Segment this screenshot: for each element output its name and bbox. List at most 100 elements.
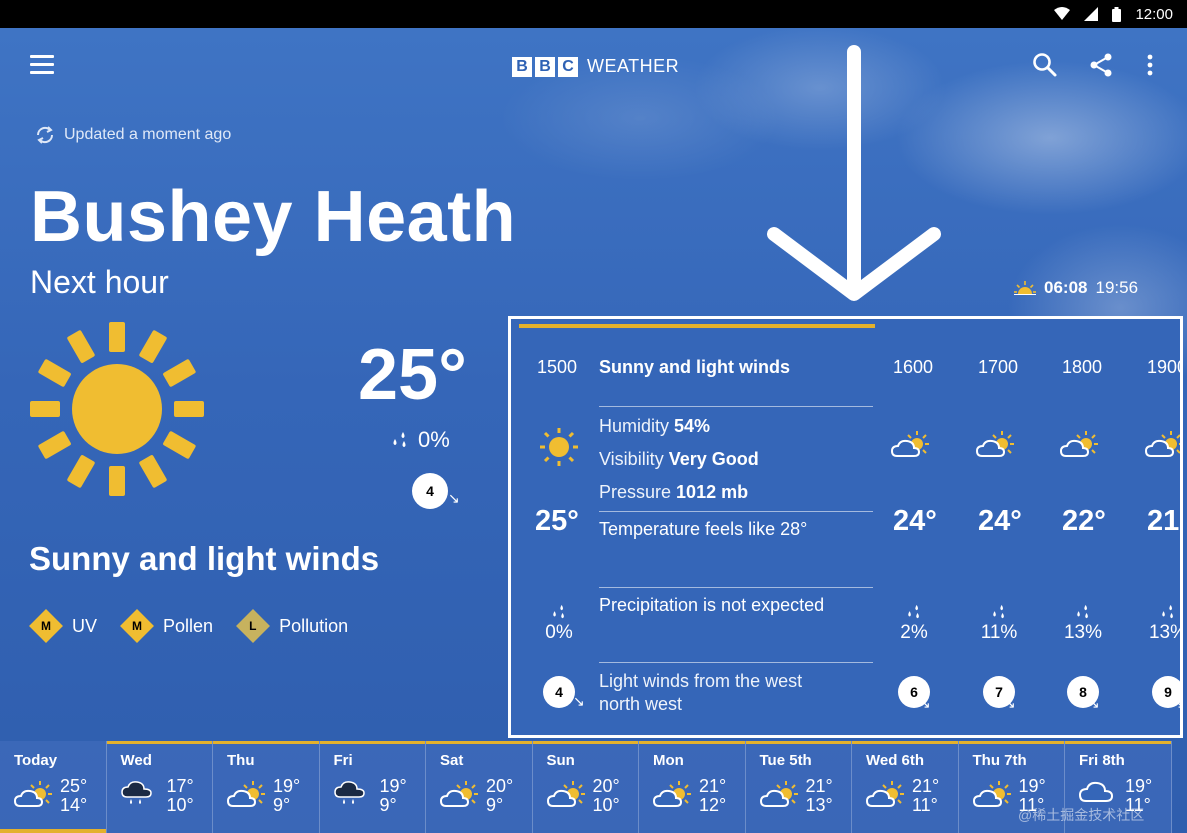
more-options-button[interactable] bbox=[1140, 52, 1160, 78]
wind-text-line1: Light winds from the west bbox=[599, 671, 803, 691]
day-name: Wed 6th bbox=[866, 752, 925, 769]
wind-text-line2: north west bbox=[599, 694, 683, 714]
wind-direction-icon: ↘ bbox=[919, 695, 931, 711]
raindrops-icon bbox=[1077, 604, 1088, 619]
day-accent bbox=[426, 741, 532, 744]
precip-value: 13% bbox=[1148, 622, 1180, 643]
logo-letter: C bbox=[558, 56, 578, 77]
period-label: Next hour bbox=[30, 264, 169, 300]
day-weather-icon bbox=[333, 779, 366, 810]
day-tab-sat[interactable]: Sat 20° 9° bbox=[426, 741, 533, 833]
day-tab-wed-6th[interactable]: Wed 6th 21° 11° bbox=[852, 741, 959, 833]
day-name: Fri 8th bbox=[1079, 752, 1125, 769]
hour-weather-icon bbox=[1144, 429, 1180, 464]
day-weather-icon bbox=[439, 779, 480, 814]
day-name: Today bbox=[14, 752, 58, 769]
day-low: 10° bbox=[166, 795, 194, 815]
day-accent bbox=[213, 741, 319, 744]
pressure-label: Pressure bbox=[599, 482, 672, 502]
pressure-row: Pressure 1012 mb bbox=[599, 482, 748, 503]
hour-precip: 2% bbox=[891, 604, 937, 644]
sunset-time: 19:56 bbox=[1095, 278, 1139, 297]
hour-precip: 11% bbox=[976, 604, 1022, 644]
share-button[interactable] bbox=[1088, 52, 1114, 78]
current-precipitation: 0% bbox=[390, 427, 450, 453]
bbc-weather-logo: B B C WEATHER bbox=[512, 56, 679, 77]
divider bbox=[599, 662, 873, 663]
menu-icon-line bbox=[30, 71, 54, 74]
sun-cloud-icon bbox=[546, 781, 585, 807]
share-icon bbox=[1090, 53, 1112, 77]
sunrise-time: 06:08 bbox=[1044, 278, 1088, 297]
day-tab-today[interactable]: Today 25° 14° bbox=[0, 741, 107, 833]
sun-cloud-icon bbox=[226, 781, 265, 807]
day-name: Thu bbox=[227, 752, 255, 769]
day-weather-icon bbox=[652, 779, 693, 814]
day-tab-mon[interactable]: Mon 21° 12° bbox=[639, 741, 746, 833]
visibility-label: Visibility bbox=[599, 449, 664, 469]
selected-hour-time: 1500 bbox=[537, 357, 578, 377]
humidity-value: 54% bbox=[674, 416, 711, 436]
hour-time: 1700 bbox=[978, 357, 1019, 377]
day-tab-sun[interactable]: Sun 20° 10° bbox=[532, 741, 639, 833]
day-low: 14° bbox=[60, 795, 88, 815]
day-tab-tue-5th[interactable]: Tue 5th 21° 13° bbox=[745, 741, 852, 833]
pollen-level: M bbox=[132, 619, 143, 633]
day-weather-icon bbox=[759, 779, 800, 814]
day-accent bbox=[958, 741, 1064, 744]
location-name: Bushey Heath bbox=[30, 177, 517, 257]
day-accent bbox=[745, 741, 851, 744]
divider bbox=[599, 587, 873, 588]
day-low: 9° bbox=[486, 795, 504, 815]
pollen-diamond-icon: M bbox=[120, 609, 154, 643]
day-accent bbox=[639, 741, 745, 744]
logo-letter: B bbox=[512, 56, 532, 77]
sun-cloud-icon bbox=[652, 781, 691, 807]
day-high: 19° bbox=[379, 776, 407, 796]
selected-day-indicator bbox=[0, 829, 106, 833]
day-tab-thu[interactable]: Thu 19° 9° bbox=[213, 741, 320, 833]
wind-direction-icon: ↘ bbox=[1004, 695, 1016, 711]
day-accent bbox=[1065, 741, 1171, 744]
day-weather-icon bbox=[972, 779, 1013, 814]
day-tab-wed[interactable]: Wed 17° 10° bbox=[106, 741, 213, 833]
raindrops-icon bbox=[993, 604, 1004, 619]
refresh-icon[interactable] bbox=[34, 124, 56, 146]
day-name: Wed bbox=[120, 752, 152, 769]
day-high: 21° bbox=[912, 776, 940, 796]
daily-forecast-bar: Today 25° 14° Wed 17° 10° Thu 19° 9° Fri 19° 9° Sat 2… bbox=[0, 741, 1187, 833]
humidity-row: Humidity 54% bbox=[599, 416, 710, 437]
precip-value: 2% bbox=[900, 622, 928, 643]
day-low: 9° bbox=[379, 795, 397, 815]
uv-label: UV bbox=[72, 615, 98, 636]
hour-time: 1900 bbox=[1147, 357, 1180, 377]
day-name: Sat bbox=[440, 752, 464, 769]
wind-direction-icon: ↘ bbox=[1173, 695, 1180, 712]
hourly-forecast-panel[interactable]: 1500 Sunny and light winds Humidity 54% … bbox=[508, 316, 1183, 738]
day-weather-icon bbox=[226, 779, 267, 814]
day-high: 19° bbox=[273, 776, 301, 796]
current-summary: Sunny and light winds bbox=[29, 540, 380, 577]
day-name: Sun bbox=[546, 752, 575, 769]
hour-weather-icon bbox=[1059, 429, 1100, 464]
cloud-icon bbox=[1078, 781, 1114, 802]
day-weather-icon bbox=[865, 779, 906, 814]
status-bar: 12:00 bbox=[0, 0, 1187, 28]
divider bbox=[599, 406, 873, 407]
hour-time: 1600 bbox=[893, 357, 934, 377]
humidity-label: Humidity bbox=[599, 416, 670, 436]
raindrops-icon bbox=[393, 432, 406, 447]
wifi-icon bbox=[1054, 7, 1071, 20]
status-time: 12:00 bbox=[1135, 5, 1173, 23]
divider bbox=[599, 511, 873, 512]
wind-direction-icon: ↘ bbox=[1088, 695, 1100, 711]
menu-button[interactable] bbox=[30, 55, 54, 75]
pressure-value: 1012 mb bbox=[676, 482, 749, 502]
day-tab-fri[interactable]: Fri 19° 9° bbox=[319, 741, 426, 833]
day-accent bbox=[532, 741, 638, 744]
search-button[interactable] bbox=[1032, 52, 1058, 78]
day-high: 20° bbox=[486, 776, 514, 796]
day-name: Thu 7th bbox=[972, 752, 1027, 769]
day-accent bbox=[106, 741, 212, 744]
hour-temp: 21° bbox=[1147, 505, 1180, 537]
